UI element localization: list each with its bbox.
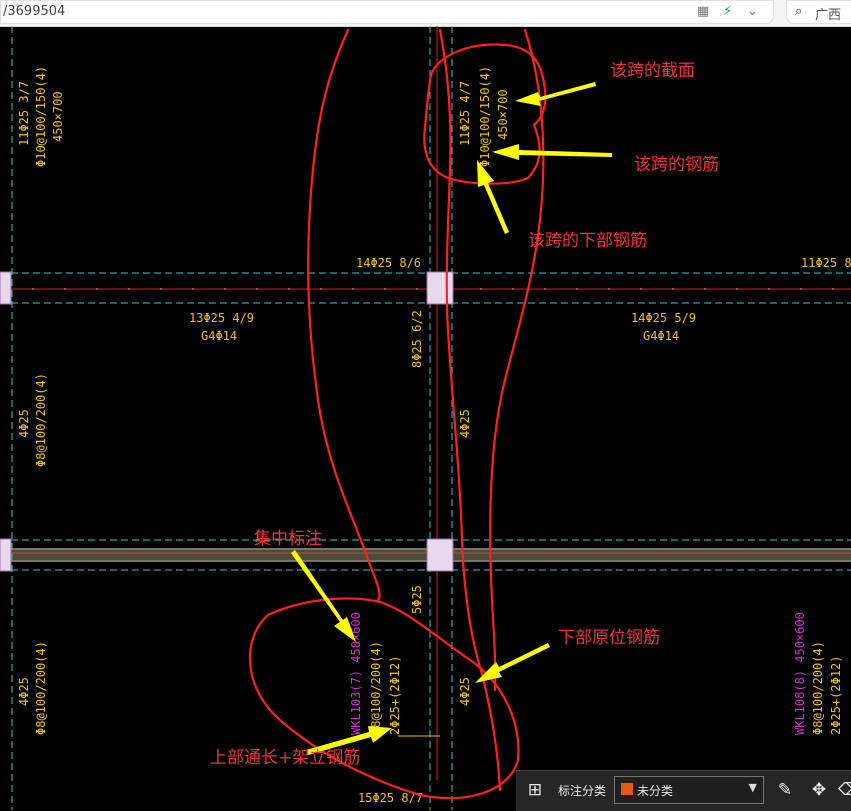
search-text: 广西 [815, 8, 842, 23]
cad-drawing: 11Φ25 3/7 Φ10@100/150(4) 450×700 11Φ25 4… [0, 26, 851, 810]
cad-label: 13Φ25 4/9 [189, 311, 254, 325]
cad-label: 11Φ25 4/7 [458, 81, 472, 146]
bolt-icon[interactable]: ⚡ [723, 4, 732, 19]
category-label: 标注分类 [558, 784, 607, 798]
cad-label: 11Φ25 3/7 [17, 81, 31, 146]
category-grid-icon[interactable]: ⊞ [524, 779, 546, 801]
cad-label: 4Φ25 [458, 677, 472, 706]
cad-label: 5Φ25 [410, 585, 424, 614]
annotation-bottom-rebar: 该跨的下部钢筋 [528, 231, 647, 251]
annotation-section: 该跨的截面 [610, 61, 695, 81]
cad-label: Φ8@100/200(4) [34, 641, 48, 735]
category-select-value: 未分类 [637, 784, 674, 798]
cad-label: 2Φ25+(2Φ12) [829, 656, 843, 735]
cad-label: Φ10@100/150(4) [478, 66, 492, 167]
highlighted-beam [0, 548, 851, 562]
address-bar[interactable]: /3699504 ▦ ⚡ ⌄ [0, 0, 774, 24]
cad-label: 4Φ25 [17, 409, 31, 438]
annotation-centralized: 集中标注 [254, 529, 322, 549]
cad-label: Φ8@100/200(4) [811, 641, 825, 735]
move-icon[interactable]: ✥ [808, 779, 830, 801]
annotation-rebar: 该跨的钢筋 [634, 155, 719, 175]
cad-label: Φ8@100/200(4) [34, 373, 48, 467]
category-select[interactable]: 未分类 ▼ [614, 776, 764, 804]
cad-label: 2Φ25+(2Φ12) [388, 656, 402, 735]
annotation-toolbar: ⊞ 标注分类 未分类 ▼ ✎ ✥ ⌫ [516, 770, 851, 811]
address-text: /3699504 [3, 4, 66, 19]
chevron-down-icon[interactable]: ⌄ [747, 4, 758, 19]
search-box[interactable]: ⌕ 广西 [786, 0, 851, 24]
caret-down-icon: ▼ [748, 781, 757, 794]
cad-label: G4Φ14 [201, 329, 237, 343]
cad-label: 14Φ25 5/9 [631, 311, 696, 325]
cad-label: 450×700 [496, 89, 510, 140]
annotation-bottom-in-situ: 下部原位钢筋 [558, 628, 660, 648]
delete-icon[interactable]: ⌫ [838, 779, 851, 801]
annotation-top-through: 上部通长+架立钢筋 [210, 748, 360, 768]
cad-label: Φ8@100/200(4) [369, 641, 383, 735]
category-color-swatch [621, 783, 633, 795]
beam-lines [0, 26, 851, 780]
cad-label: 14Φ25 8/6 [356, 256, 421, 270]
grid-icon[interactable]: ▦ [697, 4, 709, 19]
cad-label: 4Φ25 [17, 677, 31, 706]
cad-label: 4Φ25 [458, 409, 472, 438]
cad-label: 450×700 [51, 91, 65, 142]
cad-label: WKL108(8) 450×600 [793, 612, 807, 735]
search-icon: ⌕ [795, 4, 803, 19]
edit-icon[interactable]: ✎ [774, 779, 796, 801]
cad-label: G4Φ14 [643, 329, 679, 343]
cad-label: 8Φ25 6/2 [410, 310, 424, 368]
browser-topbar: /3699504 ▦ ⚡ ⌄ ⌕ 广西 [0, 0, 851, 27]
cad-label: Φ10@100/150(4) [34, 66, 48, 167]
cad-label: 11Φ25 8/ [801, 256, 851, 270]
